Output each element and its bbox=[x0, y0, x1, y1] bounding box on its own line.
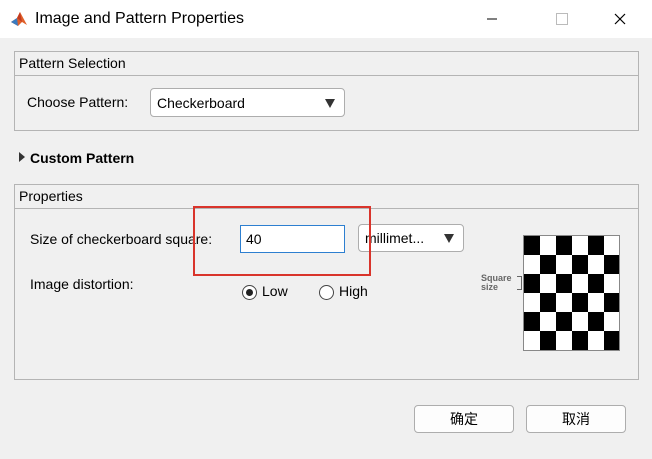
radio-high[interactable] bbox=[319, 285, 334, 300]
radio-low-label[interactable]: Low bbox=[262, 283, 288, 299]
checkerboard-square bbox=[572, 293, 588, 312]
checkerboard-preview bbox=[523, 235, 620, 351]
pattern-dropdown-value: Checkerboard bbox=[157, 94, 245, 111]
checkerboard-square bbox=[556, 236, 572, 255]
checkerboard-square bbox=[604, 255, 619, 274]
radio-high-label[interactable]: High bbox=[339, 283, 368, 299]
checkerboard-square bbox=[572, 331, 588, 350]
pattern-dropdown[interactable]: Checkerboard bbox=[150, 88, 345, 117]
chevron-right-icon[interactable] bbox=[18, 152, 26, 162]
checkerboard-square bbox=[524, 312, 540, 331]
choose-pattern-label: Choose Pattern: bbox=[27, 94, 129, 110]
close-button[interactable] bbox=[598, 0, 642, 38]
checkerboard-square bbox=[572, 255, 588, 274]
checkerboard-square bbox=[540, 331, 556, 350]
checkerboard-square bbox=[588, 274, 604, 293]
checkerboard-square bbox=[524, 236, 540, 255]
checkerboard-square bbox=[556, 274, 572, 293]
checkerboard-square bbox=[540, 255, 556, 274]
units-dropdown-value: millimet... bbox=[365, 230, 425, 246]
checkerboard-square bbox=[604, 293, 619, 312]
ok-button[interactable]: 确定 bbox=[414, 405, 514, 433]
checkerboard-square bbox=[556, 312, 572, 331]
minimize-button[interactable] bbox=[470, 0, 514, 38]
checkerboard-square bbox=[588, 236, 604, 255]
minimize-icon bbox=[487, 18, 497, 20]
maximize-icon bbox=[556, 13, 568, 25]
square-size-caption-line2: size bbox=[481, 282, 499, 292]
units-dropdown[interactable]: millimet... bbox=[358, 224, 464, 252]
checkerboard-square bbox=[540, 293, 556, 312]
square-size-label: Size of checkerboard square: bbox=[30, 231, 213, 247]
checkerboard-square bbox=[524, 274, 540, 293]
window-title: Image and Pattern Properties bbox=[35, 10, 245, 27]
close-icon bbox=[614, 13, 626, 25]
pattern-selection-header: Pattern Selection bbox=[15, 52, 638, 76]
chevron-down-icon bbox=[325, 98, 335, 108]
radio-low[interactable] bbox=[242, 285, 257, 300]
custom-pattern-toggle[interactable]: Custom Pattern bbox=[30, 150, 134, 166]
annotation-highlight-box bbox=[193, 206, 371, 276]
square-size-bracket bbox=[517, 276, 522, 290]
checkerboard-square bbox=[588, 312, 604, 331]
maximize-button[interactable] bbox=[540, 0, 584, 38]
matlab-logo-icon bbox=[11, 12, 27, 26]
square-size-caption: Square size bbox=[481, 274, 512, 292]
checkerboard-square bbox=[604, 331, 619, 350]
chevron-down-icon bbox=[444, 234, 454, 243]
radio-selected-dot bbox=[246, 289, 253, 296]
image-distortion-label: Image distortion: bbox=[30, 276, 134, 292]
cancel-button[interactable]: 取消 bbox=[526, 405, 626, 433]
